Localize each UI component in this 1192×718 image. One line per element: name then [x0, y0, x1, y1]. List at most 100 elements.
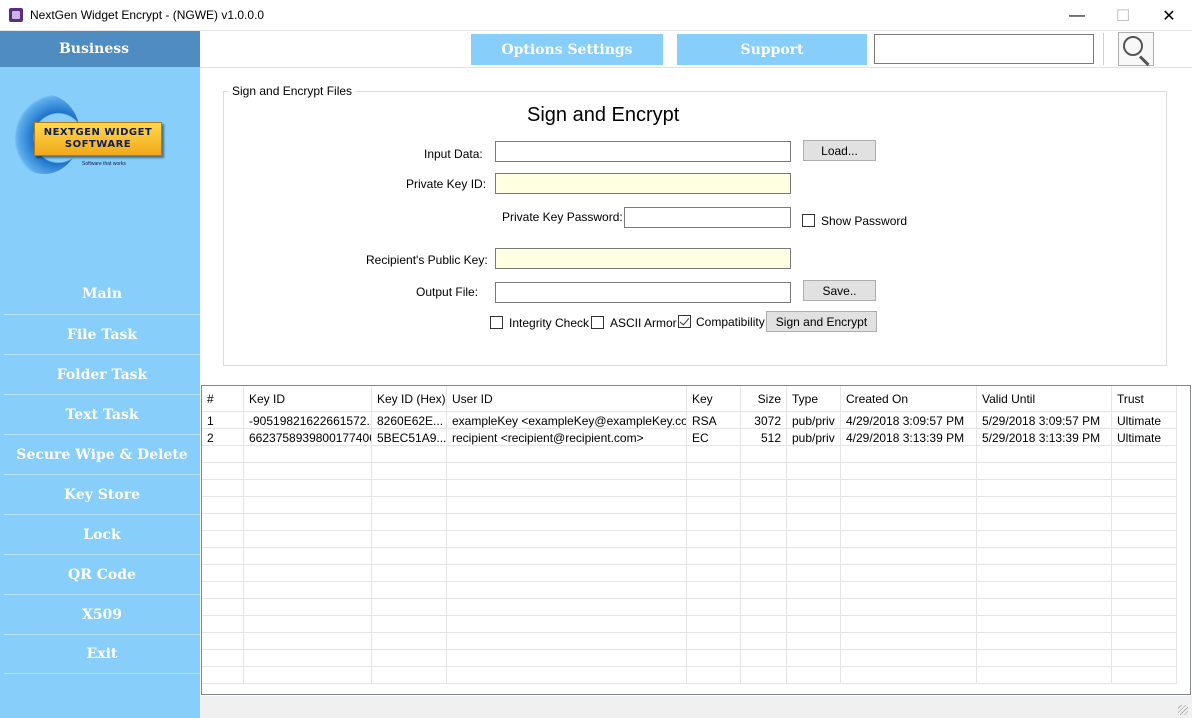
support-button[interactable]: Support [677, 34, 867, 65]
sidebar-item-qr-code[interactable]: QR Code [4, 554, 200, 594]
table-cell [741, 667, 787, 684]
options-settings-button[interactable]: Options Settings [471, 34, 663, 65]
table-cell [787, 565, 841, 582]
table-cell: pub/priv [787, 412, 841, 429]
table-cell [977, 514, 1112, 531]
ascii-armor-checkbox[interactable] [591, 316, 604, 329]
table-cell [687, 667, 741, 684]
integrity-check-label: Integrity Check [509, 316, 590, 330]
table-cell [977, 548, 1112, 565]
sidebar-header: Business [0, 31, 200, 67]
table-cell [687, 599, 741, 616]
input-data-field[interactable] [495, 141, 791, 162]
column-header[interactable]: User ID [447, 386, 687, 412]
key-table[interactable]: # Key ID Key ID (Hex) User ID Key Size T… [201, 385, 1191, 695]
table-cell [202, 531, 244, 548]
input-data-label: Input Data: [424, 147, 483, 161]
sidebar-item-file-task[interactable]: File Task [4, 314, 200, 354]
table-cell [741, 531, 787, 548]
table-row[interactable] [202, 565, 1177, 582]
sidebar-item-folder-task[interactable]: Folder Task [4, 354, 200, 394]
table-cell [202, 565, 244, 582]
private-key-id-field[interactable] [495, 173, 791, 194]
show-password-checkbox[interactable] [802, 214, 815, 227]
sidebar-item-lock[interactable]: Lock [4, 514, 200, 554]
table-row[interactable] [202, 548, 1177, 565]
table-cell [977, 599, 1112, 616]
table-cell [841, 531, 977, 548]
table-cell [372, 480, 447, 497]
column-header[interactable]: Created On [841, 386, 977, 412]
table-row[interactable] [202, 650, 1177, 667]
table-cell [1112, 565, 1177, 582]
column-header[interactable]: Key ID (Hex) [372, 386, 447, 412]
table-cell [687, 650, 741, 667]
compatibility-label: Compatibility [696, 315, 765, 329]
table-row[interactable] [202, 582, 1177, 599]
table-row[interactable] [202, 616, 1177, 633]
table-cell [202, 446, 244, 463]
output-file-field[interactable] [495, 282, 791, 303]
table-row[interactable] [202, 463, 1177, 480]
table-cell: exampleKey <exampleKey@exampleKey.com> [447, 412, 687, 429]
table-cell [244, 497, 372, 514]
table-row[interactable]: 1 -90519821622661572... 8260E62E... example… [202, 412, 1177, 429]
integrity-check-checkbox[interactable] [490, 316, 503, 329]
column-header[interactable]: Key ID [244, 386, 372, 412]
table-cell [372, 616, 447, 633]
table-cell [1112, 650, 1177, 667]
table-cell [787, 599, 841, 616]
sidebar-item-key-store[interactable]: Key Store [4, 474, 200, 514]
close-button[interactable]: ✕ [1146, 0, 1192, 31]
column-header[interactable]: # [202, 386, 244, 412]
table-cell [447, 497, 687, 514]
table-cell: 5BEC51A9... [372, 429, 447, 446]
table-cell [787, 667, 841, 684]
column-header[interactable]: Size [741, 386, 787, 412]
column-header[interactable]: Valid Until [977, 386, 1112, 412]
table-cell [787, 650, 841, 667]
sidebar-item-x509[interactable]: X509 [4, 594, 200, 634]
table-row[interactable] [202, 446, 1177, 463]
table-row[interactable] [202, 633, 1177, 650]
minimize-button[interactable]: — [1054, 0, 1100, 31]
recipient-public-key-field[interactable] [495, 248, 791, 269]
table-cell [447, 667, 687, 684]
table-cell [787, 531, 841, 548]
table-cell [244, 463, 372, 480]
table-row[interactable] [202, 667, 1177, 684]
search-input[interactable] [874, 34, 1094, 64]
group-title: Sign and Encrypt Files [229, 84, 356, 98]
table-cell: 8260E62E... [372, 412, 447, 429]
table-cell: 4/29/2018 3:09:57 PM [841, 412, 977, 429]
sidebar-item-exit[interactable]: Exit [4, 634, 200, 674]
sidebar-item-text-task[interactable]: Text Task [4, 394, 200, 434]
maximize-button[interactable]: ☐ [1100, 0, 1146, 31]
table-cell [687, 531, 741, 548]
compatibility-checkbox[interactable] [678, 315, 691, 328]
table-cell [687, 616, 741, 633]
table-row[interactable] [202, 531, 1177, 548]
private-key-password-field[interactable] [624, 207, 791, 228]
table-cell [244, 616, 372, 633]
resize-grip-icon[interactable] [1178, 705, 1188, 715]
column-header[interactable]: Key [687, 386, 741, 412]
load-button[interactable]: Load... [803, 140, 876, 161]
table-cell: 1 [202, 412, 244, 429]
table-cell [447, 531, 687, 548]
table-row[interactable] [202, 480, 1177, 497]
table-row[interactable] [202, 497, 1177, 514]
table-cell [372, 531, 447, 548]
column-header[interactable]: Type [787, 386, 841, 412]
table-row[interactable] [202, 514, 1177, 531]
table-cell [372, 667, 447, 684]
sidebar-item-secure-wipe[interactable]: Secure Wipe & Delete [4, 434, 200, 474]
table-cell [372, 497, 447, 514]
sidebar-item-main[interactable]: Main [4, 274, 200, 314]
column-header[interactable]: Trust [1112, 386, 1177, 412]
search-button[interactable] [1118, 32, 1154, 67]
table-row[interactable] [202, 599, 1177, 616]
sign-and-encrypt-button[interactable]: Sign and Encrypt [766, 311, 877, 332]
save-button[interactable]: Save.. [803, 280, 876, 301]
table-row[interactable]: 2 6623758939800177406 5BEC51A9... recipient… [202, 429, 1177, 446]
